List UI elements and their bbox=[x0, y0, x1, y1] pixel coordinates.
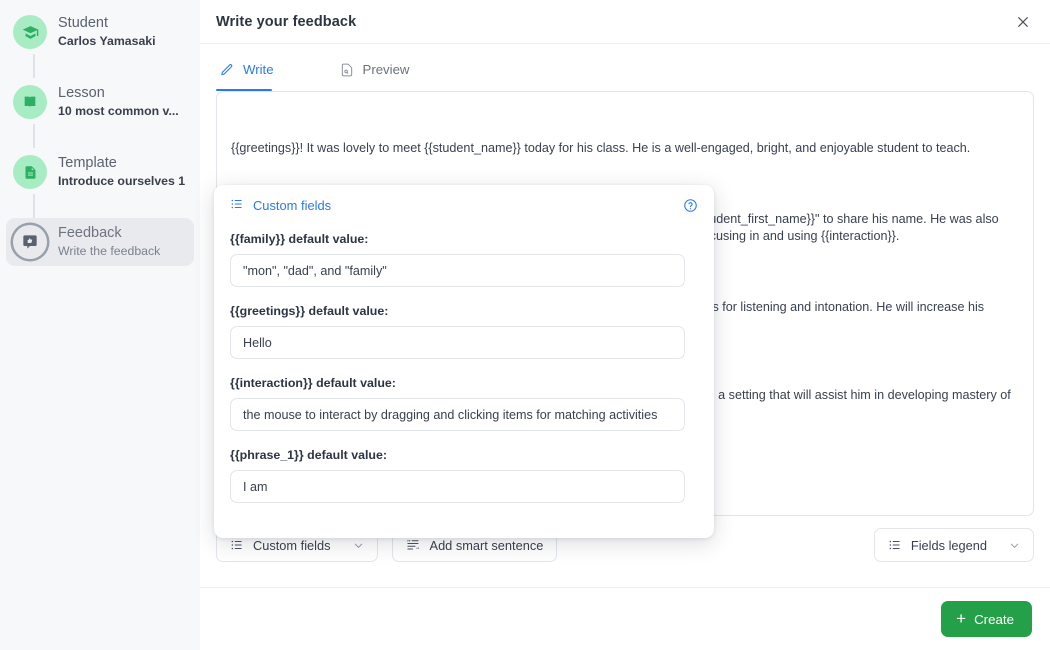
step-subtitle: Introduce ourselves 1 bbox=[58, 174, 186, 188]
step-title: Lesson bbox=[58, 85, 105, 101]
step-connector bbox=[33, 194, 35, 218]
create-label: Create bbox=[974, 611, 1014, 627]
step-subtitle: Write the feedback bbox=[58, 244, 161, 258]
sidebar: Student Carlos Yamasaki Lesson 10 most c… bbox=[0, 0, 200, 650]
sidebar-item-template[interactable]: Template Introduce ourselves 1 bbox=[6, 148, 194, 218]
open-book-icon bbox=[13, 85, 47, 119]
step-list: Student Carlos Yamasaki Lesson 10 most c… bbox=[0, 8, 200, 266]
list-icon bbox=[230, 197, 244, 214]
pencil-icon bbox=[220, 63, 234, 77]
popover-title: Custom fields bbox=[230, 197, 331, 214]
fields-legend-label: Fields legend bbox=[910, 537, 987, 553]
field-phrase-1: {{phrase_1}} default value: bbox=[230, 448, 698, 503]
question-circle-icon[interactable] bbox=[683, 198, 698, 213]
add-smart-sentence-label: Add smart sentence bbox=[429, 537, 544, 553]
close-icon[interactable] bbox=[1012, 11, 1034, 33]
document-icon bbox=[13, 155, 47, 189]
field-label: {{greetings}} default value: bbox=[230, 304, 389, 318]
family-default-input[interactable] bbox=[230, 254, 685, 287]
sidebar-item-lesson[interactable]: Lesson 10 most common v... bbox=[6, 78, 194, 148]
create-button[interactable]: + Create bbox=[941, 601, 1032, 637]
custom-fields-popover: Custom fields {{family}} default value: … bbox=[214, 185, 714, 538]
step-title: Student bbox=[58, 15, 108, 31]
step-connector bbox=[33, 54, 35, 78]
field-label: {{phrase_1}} default value: bbox=[230, 448, 388, 462]
tab-label: Write bbox=[243, 62, 274, 77]
phrase-1-default-input[interactable] bbox=[230, 470, 685, 503]
sidebar-item-student[interactable]: Student Carlos Yamasaki bbox=[6, 8, 194, 78]
tab-label: Preview bbox=[362, 62, 410, 77]
step-title: Feedback bbox=[58, 225, 122, 241]
step-subtitle: 10 most common v... bbox=[58, 104, 179, 118]
step-text: Student Carlos Yamasaki bbox=[58, 15, 156, 49]
smart-text-icon bbox=[406, 538, 421, 553]
field-interaction: {{interaction}} default value: bbox=[230, 376, 698, 431]
list-icon bbox=[888, 538, 902, 552]
tab-bar: Write Preview bbox=[200, 44, 1050, 91]
chevron-down-icon bbox=[1009, 540, 1020, 551]
graduation-cap-icon bbox=[13, 15, 47, 49]
popover-header: Custom fields bbox=[214, 185, 714, 218]
app-root: Student Carlos Yamasaki Lesson 10 most c… bbox=[0, 0, 1050, 650]
field-label: {{interaction}} default value: bbox=[230, 376, 396, 390]
step-text: Feedback Write the feedback bbox=[58, 225, 160, 259]
tab-preview[interactable]: Preview bbox=[336, 44, 420, 91]
sidebar-item-feedback[interactable]: Feedback Write the feedback bbox=[6, 218, 194, 266]
step-subtitle: Carlos Yamasaki bbox=[58, 34, 156, 48]
list-icon bbox=[230, 538, 244, 552]
greetings-default-input[interactable] bbox=[230, 326, 685, 359]
page-title: Write your feedback bbox=[216, 13, 357, 30]
chevron-down-icon bbox=[353, 540, 364, 551]
step-text: Template Introduce ourselves 1 bbox=[58, 155, 185, 189]
step-connector bbox=[33, 124, 35, 148]
field-label: {{family}} default value: bbox=[230, 232, 369, 246]
fields-legend-button[interactable]: Fields legend bbox=[873, 528, 1034, 562]
feedback-icon bbox=[13, 225, 47, 259]
panel-header: Write your feedback bbox=[200, 0, 1050, 44]
custom-fields-label: Custom fields bbox=[253, 537, 331, 553]
document-preview-icon bbox=[340, 63, 354, 77]
popover-title-label: Custom fields bbox=[253, 198, 332, 213]
panel-footer: + Create bbox=[200, 587, 1050, 650]
interaction-default-input[interactable] bbox=[230, 398, 685, 431]
field-greetings: {{greetings}} default value: bbox=[230, 304, 698, 359]
plus-icon: + bbox=[956, 608, 967, 628]
field-family: {{family}} default value: bbox=[230, 232, 698, 287]
popover-body: {{family}} default value: {{greetings}} … bbox=[214, 218, 714, 533]
editor-paragraph: {{greetings}}! It was lovely to meet {{s… bbox=[231, 141, 971, 156]
tab-write[interactable]: Write bbox=[216, 44, 284, 91]
step-text: Lesson 10 most common v... bbox=[58, 85, 179, 119]
step-title: Template bbox=[58, 155, 117, 171]
